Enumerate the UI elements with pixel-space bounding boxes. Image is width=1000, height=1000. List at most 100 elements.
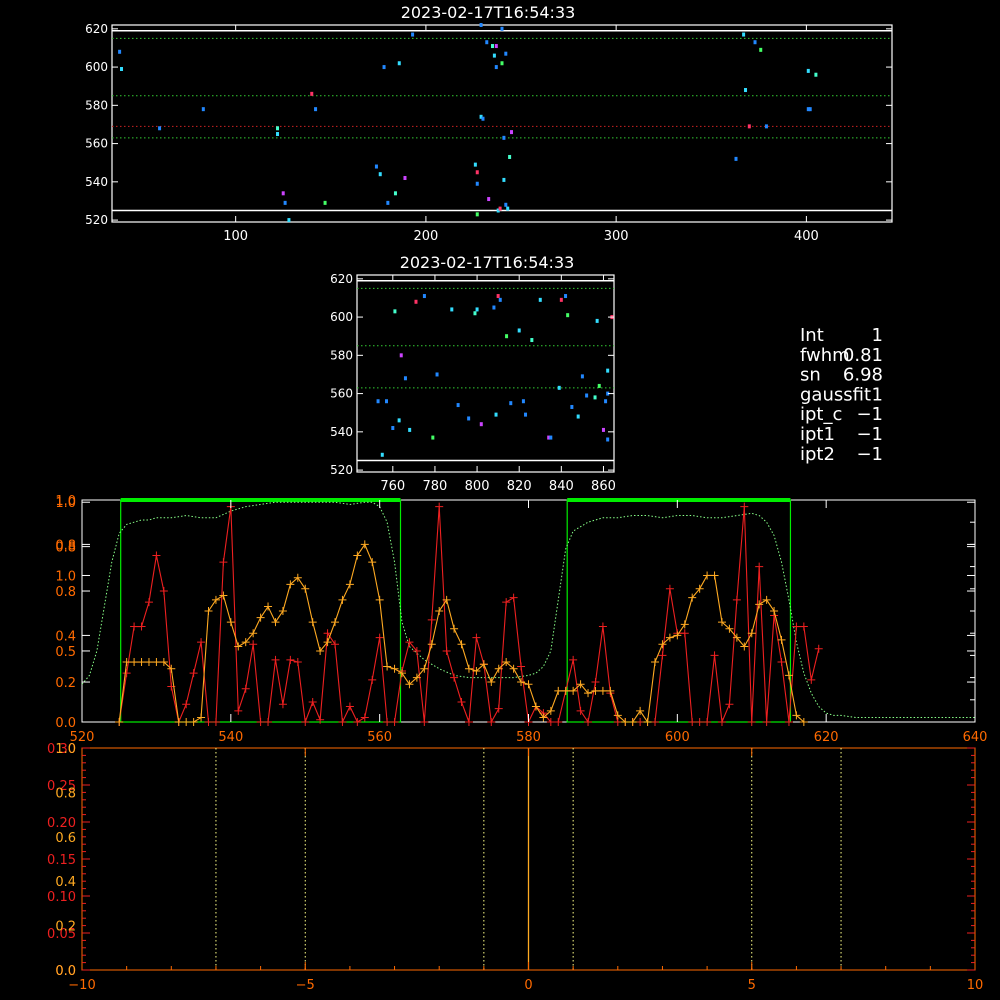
data-point [481, 116, 485, 121]
data-point [403, 176, 407, 181]
data-point-marker [375, 595, 384, 604]
data-point [494, 44, 498, 49]
data-point-marker [204, 718, 213, 726]
data-point [566, 313, 570, 318]
data-point-marker [569, 655, 578, 664]
data-point-marker [226, 618, 235, 627]
panel-mid-scatter: 2023-02-17T16:54:33 760 780 800 820 840 860 52… [330, 253, 616, 494]
data-point [557, 385, 561, 390]
data-point-marker [368, 675, 377, 684]
info-value: 0.81 [843, 345, 883, 366]
data-point-marker [680, 629, 689, 638]
data-point [734, 156, 738, 161]
data-point [753, 40, 757, 45]
data-point-marker [182, 718, 191, 726]
data-point-marker [189, 669, 198, 678]
data-point-marker [695, 718, 704, 726]
data-point-marker [197, 638, 206, 647]
data-point [498, 206, 502, 211]
panel-profile: −10 −5 0 5 100.00.050.100.150.200.250.300.00… [47, 742, 983, 993]
data-point-marker [777, 658, 786, 667]
info-key: gaussfit [800, 384, 871, 405]
data-point [521, 399, 525, 404]
data-point [564, 294, 568, 299]
data-point-marker [799, 622, 808, 631]
data-point [504, 202, 508, 207]
data-point [201, 107, 205, 112]
x-tick-label: 5 [748, 978, 756, 993]
x-tick-label: −10 [68, 978, 95, 993]
data-point [492, 53, 496, 58]
data-point-marker [383, 662, 392, 671]
data-point-marker [710, 651, 719, 660]
data-point-marker [457, 640, 466, 649]
data-point [517, 328, 521, 333]
data-point-marker [122, 669, 131, 678]
data-point-marker [249, 640, 258, 649]
data-point [764, 124, 768, 129]
data-point-marker [345, 580, 354, 589]
data-point [498, 297, 502, 302]
data-point [559, 297, 563, 302]
data-point-marker [130, 622, 139, 631]
data-point-marker [264, 602, 273, 611]
data-point [386, 200, 390, 205]
data-point-marker [591, 678, 600, 687]
data-point [479, 422, 483, 427]
data-point-marker [353, 551, 362, 560]
data-point [378, 172, 382, 177]
data-point [374, 164, 378, 169]
data-point-marker [487, 718, 496, 726]
data-point-marker [688, 718, 697, 726]
data-point [742, 32, 746, 37]
data-point-marker [755, 600, 764, 609]
data-point [479, 23, 483, 27]
data-point-marker [331, 618, 340, 627]
data-point-marker [271, 655, 280, 664]
data-point [506, 206, 510, 211]
data-point-marker [301, 584, 310, 593]
y-tick-label: 600 [330, 310, 353, 324]
data-point [475, 307, 479, 312]
data-point [450, 307, 454, 312]
data-point-marker [710, 571, 719, 580]
data-point [475, 181, 479, 186]
y-tick-label-red: 0.10 [47, 890, 76, 905]
data-point [538, 297, 542, 302]
data-point-marker [762, 595, 771, 604]
data-point [570, 404, 574, 409]
data-point-marker [137, 658, 146, 667]
data-point [414, 299, 418, 304]
data-point-marker [390, 664, 399, 673]
data-point-marker [122, 658, 131, 667]
data-point [500, 61, 504, 66]
data-point-marker [301, 718, 310, 726]
data-point-marker [308, 618, 317, 627]
info-value: 6.98 [843, 365, 883, 386]
data-point-marker [256, 613, 265, 622]
data-point-marker [360, 540, 369, 549]
top-panel-title: 2023-02-17T16:54:33 [401, 3, 576, 22]
data-point-marker [591, 686, 600, 695]
y-tick-label-red: 0.15 [47, 853, 76, 868]
data-point [120, 66, 124, 71]
data-point-marker [152, 658, 161, 667]
data-point-marker [598, 686, 607, 695]
info-key: ipt_c [800, 404, 842, 425]
data-point-marker [576, 706, 585, 715]
data-point [606, 368, 610, 373]
data-point-marker [464, 664, 473, 673]
y-tick-label: 520 [330, 463, 353, 477]
data-point [744, 88, 748, 93]
data-point [814, 72, 818, 77]
data-point-marker [665, 584, 674, 593]
y-tick-label: 620 [85, 22, 108, 36]
data-point-marker [502, 598, 511, 607]
x-tick-label: 10 [967, 978, 984, 993]
y-tick-label: 540 [85, 175, 108, 189]
y-tick-label-orange: 0.6 [55, 831, 76, 846]
info-value: 1 [872, 325, 883, 346]
data-point-marker [472, 633, 481, 642]
x-tick-label: 400 [794, 229, 819, 244]
y-tick-label-orange: 0.0 [55, 964, 76, 979]
